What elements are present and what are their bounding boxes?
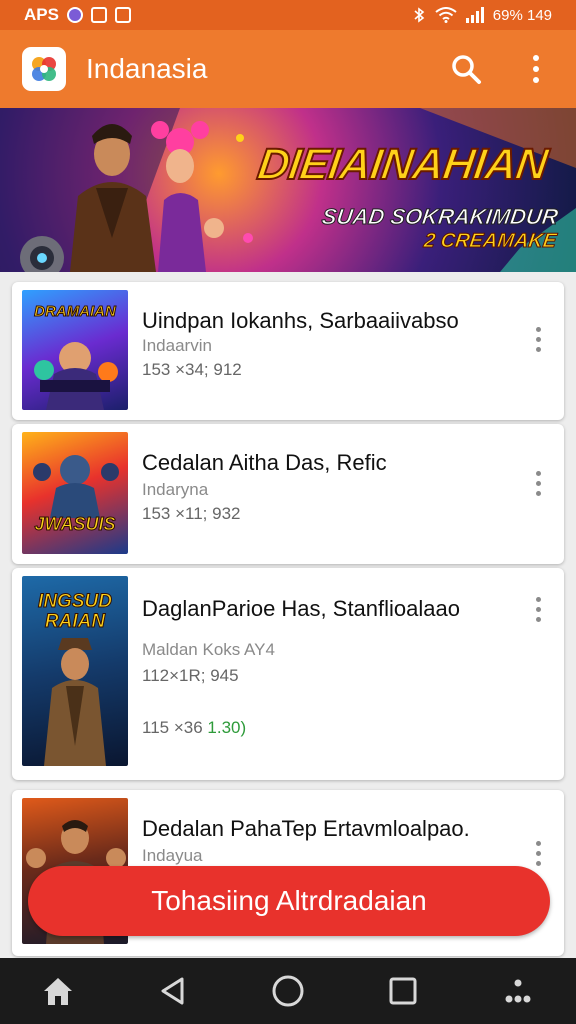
search-button[interactable]: [448, 51, 484, 87]
kebab-dot: [535, 860, 541, 866]
kebab-dot: [535, 840, 541, 846]
list-item[interactable]: JWASUIS Cedalan Aitha Das, Refic Indaryn…: [12, 424, 564, 564]
banner-subline-2: 2 CREAMAKE: [422, 230, 558, 253]
item-title: Cedalan Aitha Das, Refic: [142, 450, 387, 475]
nav-circle-home-button[interactable]: [258, 961, 318, 1021]
status-text: APS: [24, 5, 59, 24]
kebab-dot: [535, 606, 541, 612]
thumbnail-art: [33, 455, 119, 518]
thumbnail-caption: DRAMAIAN: [34, 303, 117, 320]
nav-apps-button[interactable]: [488, 961, 548, 1021]
home-icon: [43, 978, 72, 1005]
status-bar: APS 69% 149: [0, 0, 576, 30]
app-logo[interactable]: [22, 47, 66, 91]
list-item[interactable]: DRAMAIAN Uindpan Iokanhs, Sarbaaiivabso …: [12, 282, 564, 420]
kebab-dot: [535, 336, 541, 342]
kebab-dot: [535, 470, 541, 476]
list-item[interactable]: INGSUD RAIAN DaglanParioe Has, Stanflioa…: [12, 568, 564, 780]
more-vert-icon: [533, 55, 539, 83]
game-thumbnail: DRAMAIAN: [22, 290, 128, 410]
more-options-button[interactable]: [518, 51, 554, 87]
apps-icon: [505, 979, 531, 1003]
item-more-button[interactable]: [528, 838, 548, 868]
app-actions: [448, 51, 554, 87]
back-icon: [161, 977, 184, 1005]
thumbnail-caption: INGSUD RAIAN: [38, 591, 113, 632]
kebab-dot: [535, 616, 541, 622]
item-meta: 153 ×11; 932: [142, 504, 241, 523]
item-subtitle: Maldan Koks AY4: [142, 640, 275, 659]
item-meta: 112×1R; 945: [142, 666, 239, 685]
recents-icon: [389, 977, 417, 1005]
bluetooth-icon: [414, 7, 425, 23]
promo-banner[interactable]: DIEIAINAHIAN SUAD SOKRAKIMDUR 2 CREAMAKE: [0, 108, 576, 272]
item-more-button[interactable]: [528, 468, 548, 498]
banner-subline-1: SUAD SOKRAKIMDUR: [320, 204, 560, 230]
status-left: APS: [24, 5, 131, 25]
kebab-dot: [535, 850, 541, 856]
battery-and-time: 69% 149: [492, 6, 552, 24]
search-icon: [452, 55, 481, 84]
kebab-dot: [535, 596, 541, 602]
app-notification-icon: [114, 7, 131, 23]
system-nav-bar: [0, 958, 576, 1024]
item-extra-highlight: 1.30): [207, 718, 247, 737]
kebab-dot: [535, 346, 541, 352]
app-bar: Indanasia: [0, 30, 576, 108]
game-thumbnail: JWASUIS: [22, 432, 128, 554]
item-extra: 115 ×36 1.30): [142, 718, 246, 738]
item-title: DaglanParioe Has, Stanflioalaao: [142, 596, 460, 621]
app-title: Indanasia: [86, 53, 208, 84]
item-subtitle: Indaarvin: [142, 336, 212, 355]
status-right: 69% 149: [411, 7, 552, 24]
kebab-dot: [535, 490, 541, 496]
image-notification-icon: [90, 7, 107, 23]
kebab-dot: [535, 480, 541, 486]
app-logo-icon: [32, 57, 56, 81]
item-more-button[interactable]: [528, 594, 548, 624]
item-meta: 153 ×34; 912: [142, 360, 242, 379]
item-title: Dedalan PahaTep Ertavmloalpao.: [142, 816, 470, 841]
circle-home-icon: [272, 975, 304, 1007]
nav-recents-button[interactable]: [373, 961, 433, 1021]
item-extra-value: 115 ×36: [142, 718, 203, 737]
nav-back-button[interactable]: [143, 961, 203, 1021]
signal-icon: [465, 7, 484, 23]
kebab-dot: [535, 326, 541, 332]
primary-cta-button[interactable]: Tohasiing Altrdradaian: [28, 866, 550, 936]
banner-headline: DIEIAINAHIAN: [254, 139, 552, 190]
item-subtitle: Indaryna: [142, 480, 209, 499]
item-more-button[interactable]: [528, 324, 548, 354]
game-thumbnail: INGSUD RAIAN: [22, 576, 128, 766]
item-subtitle: Indayua: [142, 846, 203, 865]
nav-home-button[interactable]: [28, 961, 88, 1021]
notification-icon: [66, 7, 83, 23]
item-title: Uindpan Iokanhs, Sarbaaiivabso: [142, 308, 459, 333]
thumbnail-caption: JWASUIS: [34, 514, 116, 534]
wifi-icon: [435, 7, 457, 23]
